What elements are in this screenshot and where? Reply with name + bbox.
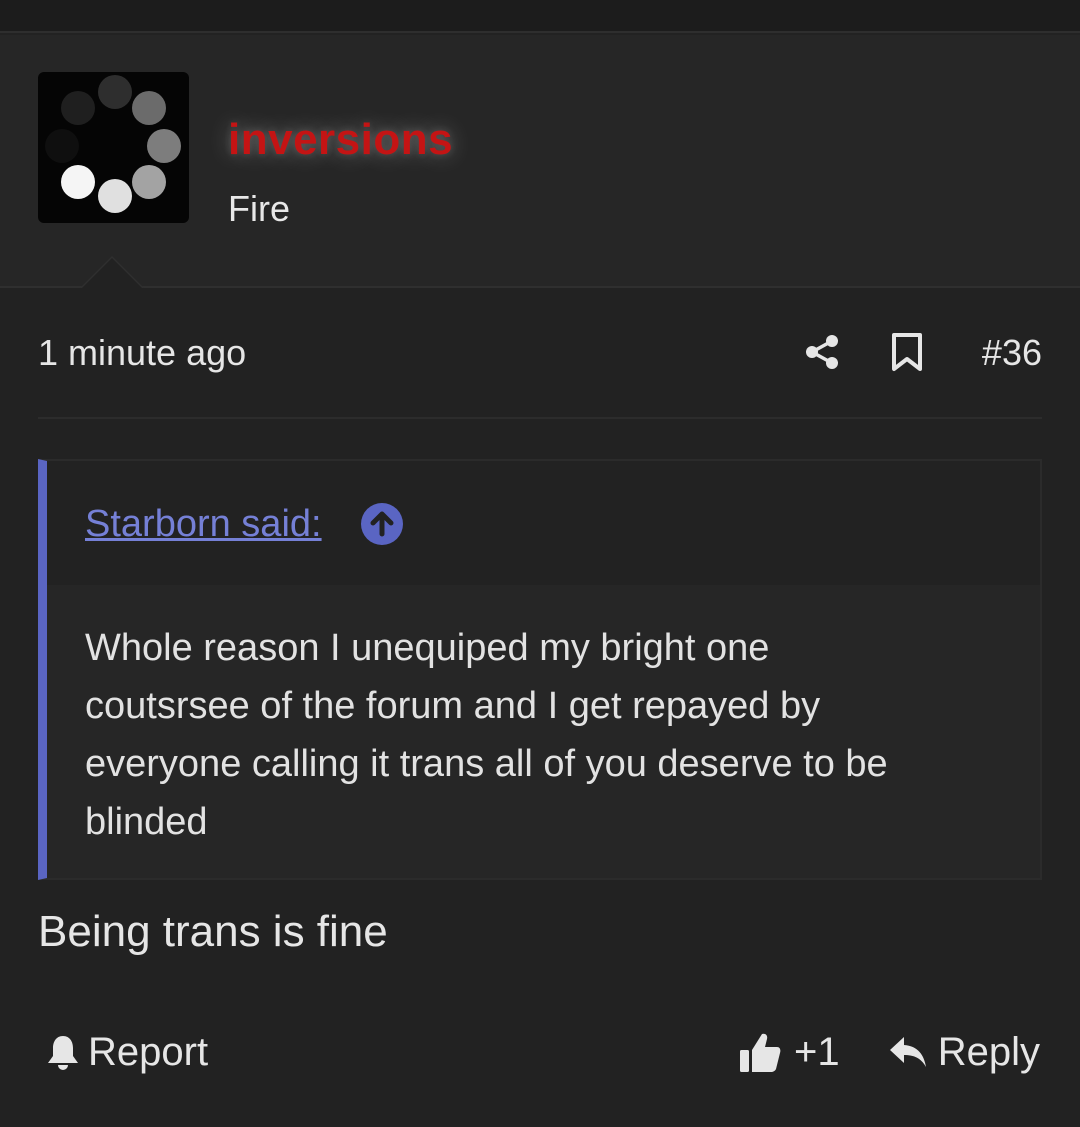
thumbs-up-icon <box>740 1033 781 1072</box>
report-button[interactable]: Report <box>46 1024 208 1080</box>
arrow-up-circle-icon <box>370 511 394 537</box>
previous-post-edge <box>0 0 1080 33</box>
quote-line: blinded <box>85 801 208 843</box>
like-button[interactable]: +1 <box>738 1024 840 1080</box>
post-timestamp[interactable]: 1 minute ago <box>38 332 246 374</box>
quote-text: Whole reason I unequiped my bright one c… <box>85 619 985 851</box>
meta-divider <box>38 417 1042 419</box>
header-pointer <box>80 256 144 288</box>
report-label: Report <box>88 1029 209 1074</box>
bookmark-button[interactable] <box>890 332 924 372</box>
quote-author-link[interactable]: Starborn said: <box>85 503 322 546</box>
user-title: Fire <box>228 188 290 229</box>
post-meta-row: 1 minute ago #36 <box>38 320 1042 386</box>
quote-line: everyone calling it trans all of you des… <box>85 743 888 785</box>
post-user-header: inversions Fire <box>0 35 1080 288</box>
reply-label: Reply <box>937 1029 1040 1074</box>
bookmark-icon <box>892 333 922 371</box>
quote-line: coutsrsee of the forum and I get repayed… <box>85 685 821 727</box>
post-message: Being trans is fine <box>38 907 388 956</box>
share-button[interactable] <box>804 334 840 370</box>
like-count: +1 <box>794 1029 840 1074</box>
forum-post-page: inversions Fire 1 minute ago #36 Starbor… <box>0 0 1080 1127</box>
username-link[interactable]: inversions <box>228 115 453 165</box>
reply-button[interactable]: Reply <box>888 1024 1040 1080</box>
share-icon <box>806 335 838 369</box>
post-actions: Report +1 Reply <box>38 1020 1042 1084</box>
bell-icon <box>48 1036 78 1070</box>
reply-arrow-icon <box>889 1037 926 1067</box>
quote-header: Starborn said: <box>47 461 1040 585</box>
user-avatar[interactable] <box>38 72 189 223</box>
quote-block: Starborn said: Whole reason I unequiped … <box>38 459 1042 880</box>
loading-spinner-icon <box>45 75 181 213</box>
quote-line: Whole reason I unequiped my bright one <box>85 627 770 669</box>
post-number-link[interactable]: #36 <box>982 332 1042 374</box>
quote-jump-button[interactable] <box>361 503 403 545</box>
